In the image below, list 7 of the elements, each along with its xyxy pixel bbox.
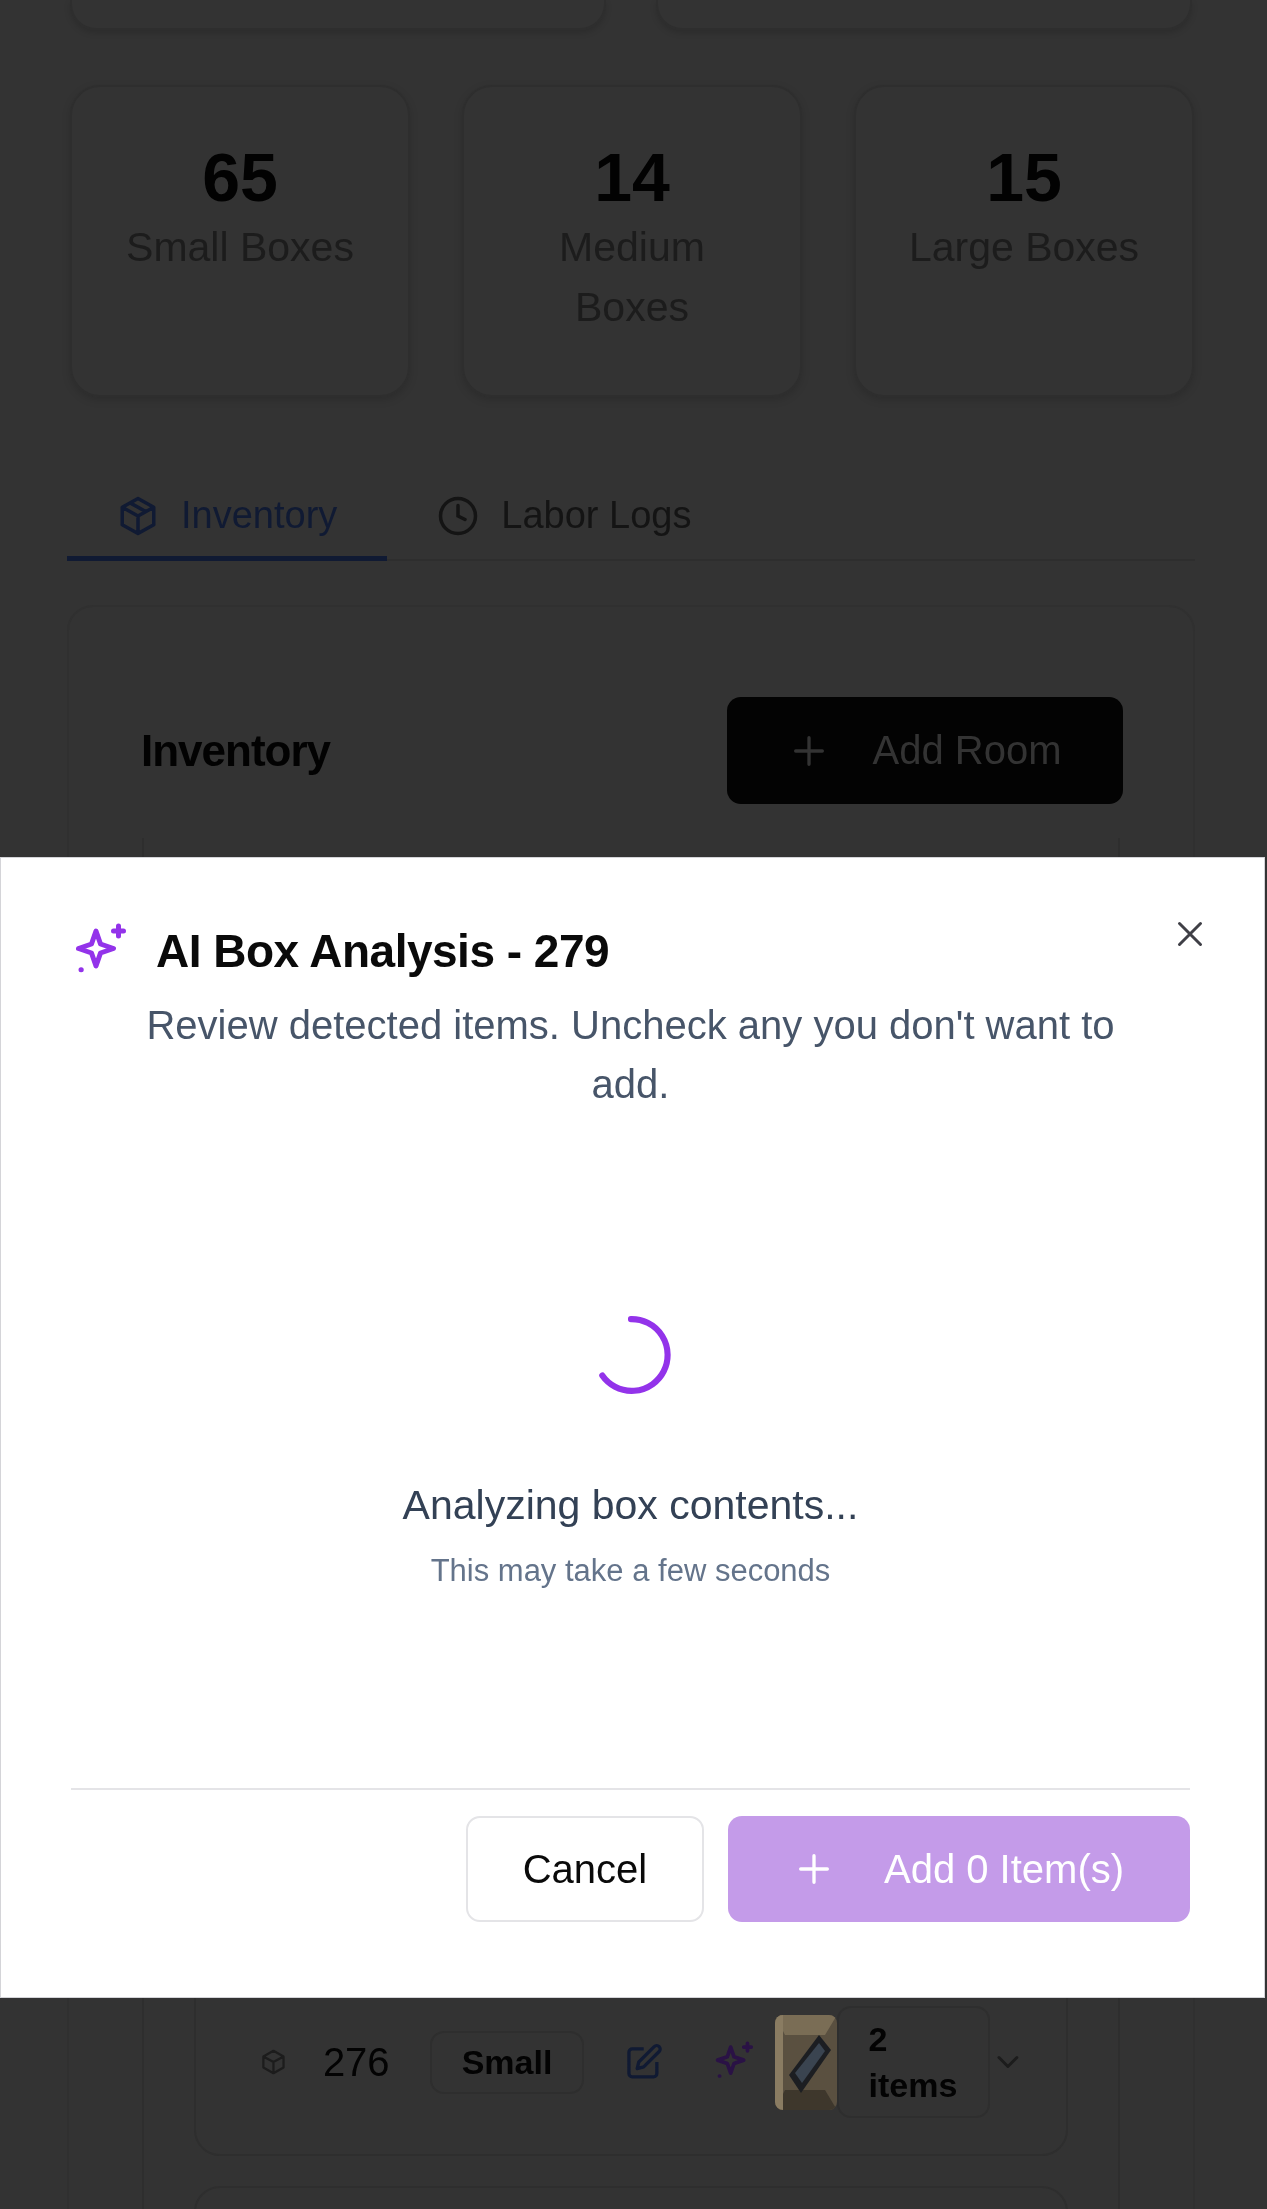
box-icon — [260, 2047, 287, 2077]
loading-message: Analyzing box contents... — [402, 1481, 859, 1529]
loading-hint: This may take a few seconds — [430, 1552, 831, 1589]
cancel-button[interactable]: Cancel — [466, 1816, 704, 1922]
clock-icon — [437, 494, 480, 537]
dialog-description: Review detected items. Uncheck any you don't want to add. — [145, 1002, 1116, 1108]
dialog-title: AI Box Analysis - 279 — [156, 924, 610, 979]
